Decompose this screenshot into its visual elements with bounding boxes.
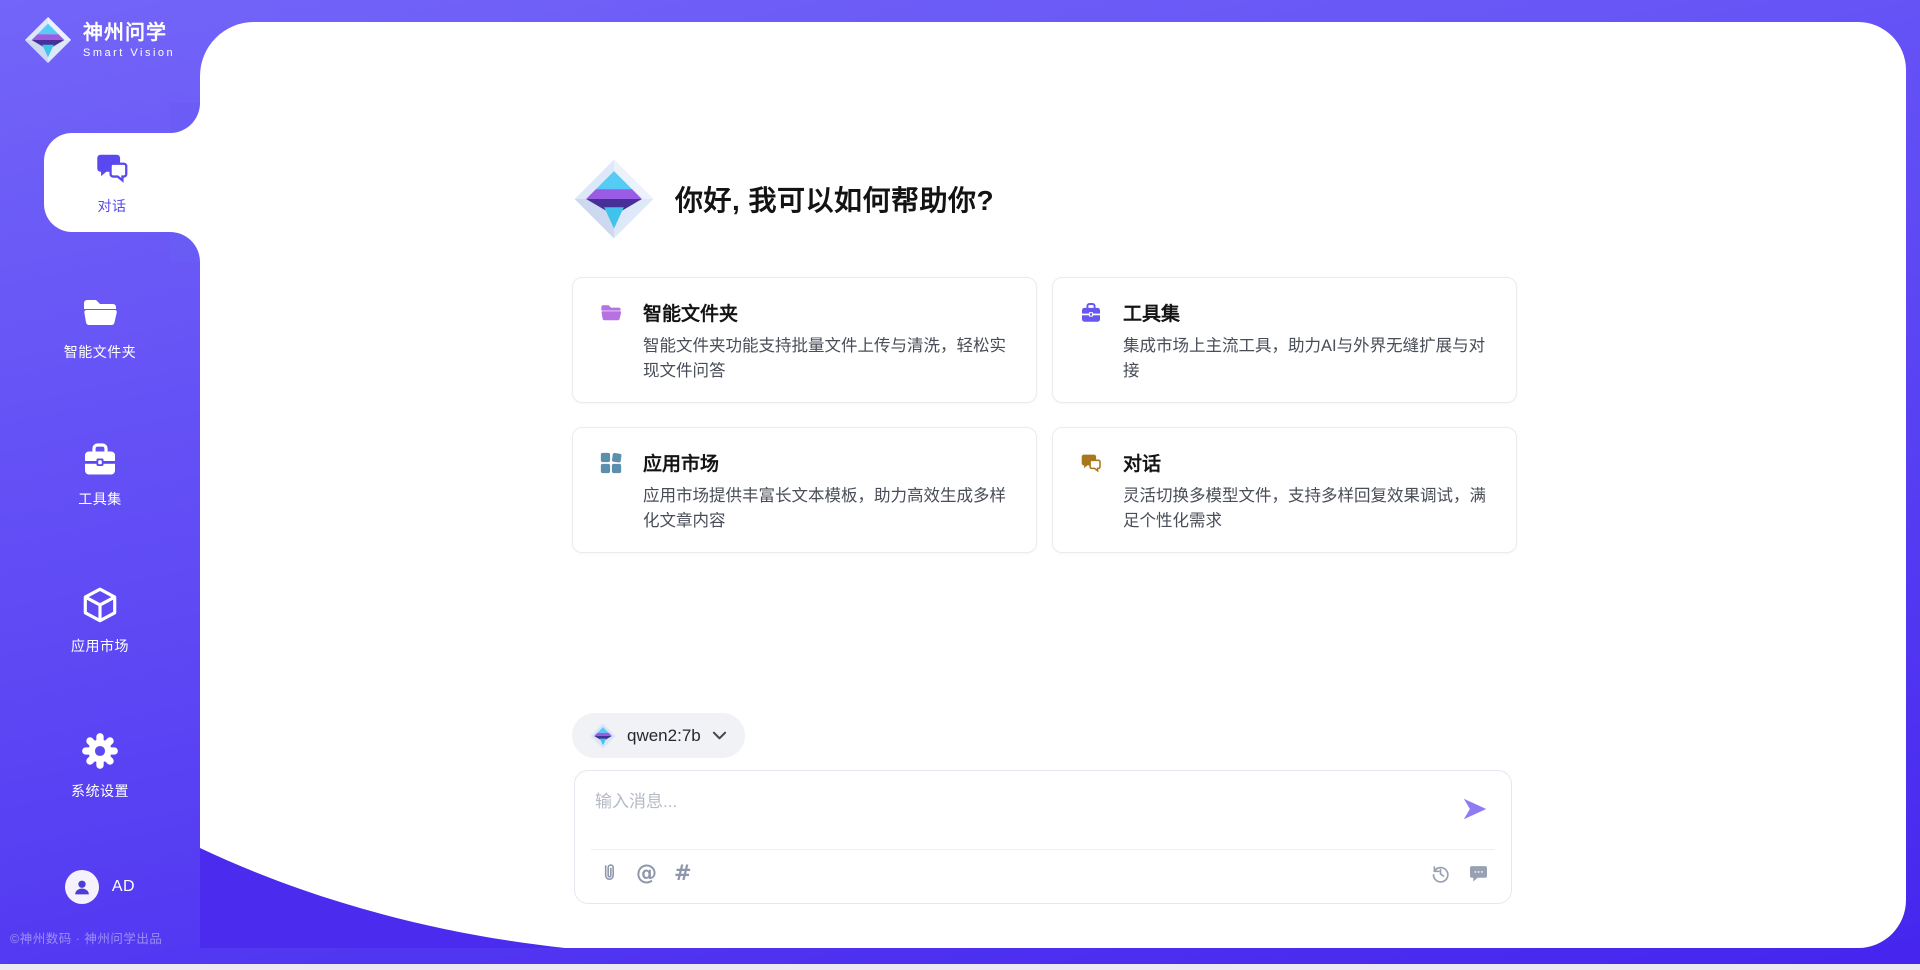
message-input[interactable] — [593, 785, 1457, 845]
avatar — [65, 870, 99, 904]
brand-logo-icon — [24, 16, 72, 64]
gear-icon — [79, 730, 121, 772]
sidebar-item-label: 应用市场 — [71, 636, 129, 656]
sidebar-item-toolset[interactable]: 工具集 — [0, 440, 200, 509]
active-tab-fillet-top — [170, 103, 200, 133]
card-title: 应用市场 — [643, 449, 719, 476]
conversation-button[interactable] — [1468, 863, 1489, 884]
toolbox-icon — [79, 440, 121, 480]
card-description: 应用市场提供丰富长文本模板，助力高效生成多样化文章内容 — [643, 484, 1016, 534]
brand-name: 神州问学 — [83, 22, 175, 44]
sidebar-item-label: 智能文件夹 — [64, 342, 137, 362]
sidebar-footer-text: ©神州数码 · 神州问学出品 — [10, 928, 162, 947]
assistant-logo-icon — [573, 158, 655, 240]
sidebar-bottom-swoosh — [200, 848, 565, 948]
card-description: 灵活切换多模型文件，支持多样回复效果调试，满足个性化需求 — [1123, 484, 1496, 534]
card-description: 集成市场上主流工具，助力AI与外界无缝扩展与对接 — [1123, 334, 1496, 384]
active-tab-fillet-bottom — [170, 232, 200, 262]
sidebar-item-app-market[interactable]: 应用市场 — [0, 585, 200, 656]
greeting-block: 你好, 我可以如何帮助你? — [573, 158, 994, 240]
user-initials: AD — [112, 878, 135, 896]
hashtag-button[interactable]: # — [674, 863, 692, 884]
model-name: qwen2:7b — [627, 726, 701, 746]
chat-icon — [93, 149, 131, 187]
history-button[interactable] — [1430, 863, 1451, 884]
grid-icon — [599, 451, 623, 475]
brand-tagline: Smart Vision — [83, 47, 175, 59]
brand: 神州问学 Smart Vision — [24, 16, 200, 64]
sidebar-item-label: 系统设置 — [71, 781, 129, 801]
sidebar-item-settings[interactable]: 系统设置 — [0, 730, 200, 801]
card-smart-folder[interactable]: 智能文件夹 智能文件夹功能支持批量文件上传与清洗，轻松实现文件问答 — [572, 277, 1037, 403]
sidebar-item-chat[interactable]: 对话 — [44, 133, 206, 232]
chevron-down-icon — [712, 728, 727, 743]
user-profile[interactable]: AD — [0, 870, 200, 904]
toolbox-icon — [1079, 301, 1103, 325]
message-composer: @ # — [574, 770, 1512, 904]
card-title: 对话 — [1123, 449, 1161, 476]
card-chat[interactable]: 对话 灵活切换多模型文件，支持多样回复效果调试，满足个性化需求 — [1052, 427, 1517, 553]
card-app-market[interactable]: 应用市场 应用市场提供丰富长文本模板，助力高效生成多样化文章内容 — [572, 427, 1037, 553]
card-toolset[interactable]: 工具集 集成市场上主流工具，助力AI与外界无缝扩展与对接 — [1052, 277, 1517, 403]
sidebar-item-label: 工具集 — [78, 489, 122, 509]
card-title: 工具集 — [1123, 299, 1180, 326]
mention-button[interactable]: @ — [636, 863, 657, 884]
chat-icon — [1079, 451, 1103, 475]
card-description: 智能文件夹功能支持批量文件上传与清洗，轻松实现文件问答 — [643, 334, 1016, 384]
card-title: 智能文件夹 — [643, 299, 738, 326]
model-logo-icon — [590, 723, 616, 749]
greeting-title: 你好, 我可以如何帮助你? — [675, 179, 994, 219]
chat-bubble-icon — [1468, 863, 1489, 884]
attach-file-button[interactable] — [599, 861, 619, 885]
folder-icon — [599, 301, 623, 325]
history-clock-icon — [1430, 863, 1451, 884]
composer-toolbar: @ # — [599, 861, 1489, 885]
composer-divider — [591, 849, 1495, 850]
feature-cards: 智能文件夹 智能文件夹功能支持批量文件上传与清洗，轻松实现文件问答 工具集 集成… — [572, 277, 1517, 553]
cube-icon — [79, 585, 121, 627]
sidebar-item-label: 对话 — [98, 196, 127, 216]
model-selector[interactable]: qwen2:7b — [572, 713, 745, 758]
folder-icon — [79, 293, 121, 333]
paperclip-icon — [599, 861, 619, 885]
person-icon — [71, 876, 93, 898]
page-bottom-strip — [0, 964, 1920, 970]
send-button[interactable] — [1461, 795, 1489, 823]
sidebar-item-smart-folder[interactable]: 智能文件夹 — [0, 293, 200, 362]
